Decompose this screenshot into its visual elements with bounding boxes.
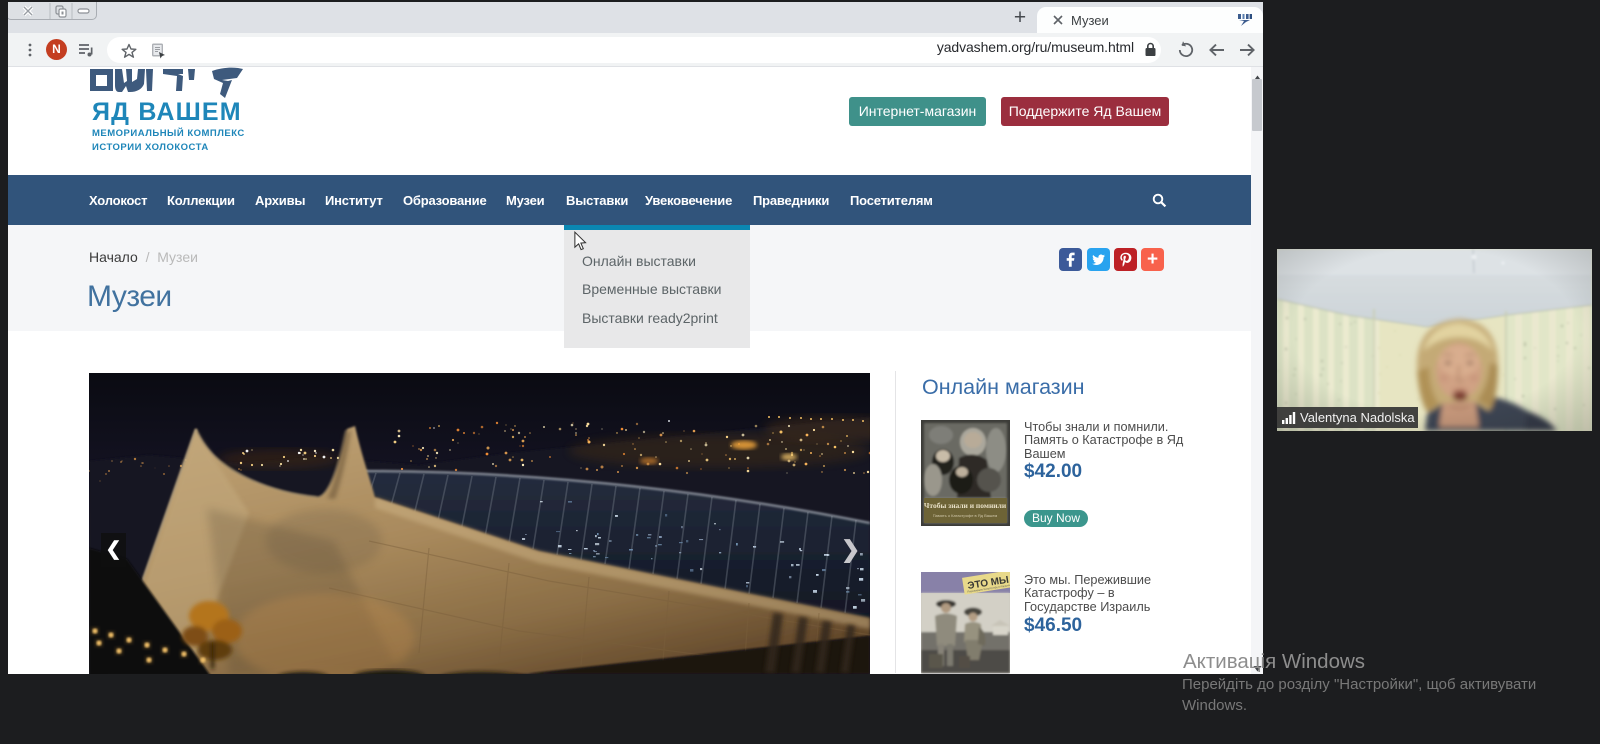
svg-text:Память о Катастрофе в Яд Вашем: Память о Катастрофе в Яд Вашем	[933, 513, 998, 518]
svg-text:Чтобы знали и помнили: Чтобы знали и помнили	[924, 501, 1007, 510]
